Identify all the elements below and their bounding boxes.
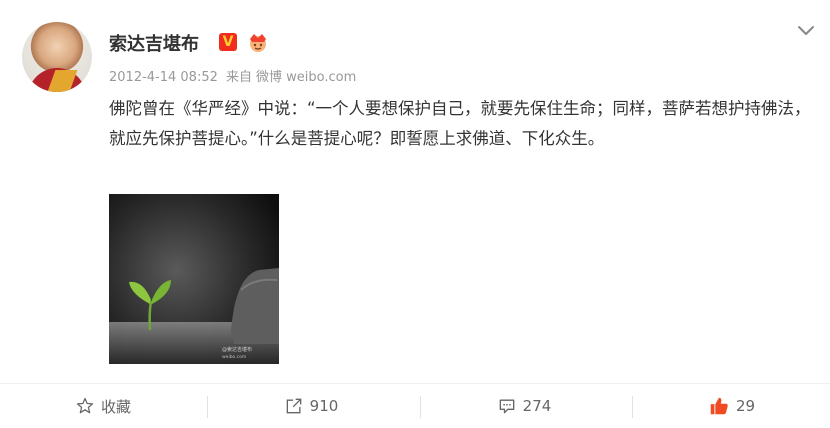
action-bar: 收藏 910 274 29: [0, 384, 830, 428]
comment-count: 274: [522, 397, 552, 415]
post-source[interactable]: 微博 weibo.com: [256, 70, 356, 85]
svg-text:@索达吉堪布: @索达吉堪布: [222, 346, 252, 353]
star-icon: [76, 397, 94, 414]
avatar[interactable]: [22, 22, 92, 92]
like-button[interactable]: 29: [633, 384, 830, 428]
favorite-label: 收藏: [100, 397, 131, 416]
chevron-down-icon[interactable]: [794, 18, 818, 42]
weibo-post-card: 索达吉堪布 V 2012-4-14 08:52 来自 微博 weibo.com 佛…: [0, 0, 830, 428]
post-timestamp[interactable]: 2012-4-14 08:52: [109, 70, 218, 85]
like-count: 29: [735, 397, 756, 415]
favorite-button[interactable]: 收藏: [0, 384, 206, 428]
repost-count: 910: [309, 397, 339, 415]
post-image[interactable]: @索达吉堪布 weibo.com: [109, 194, 279, 364]
repost-button[interactable]: 910: [208, 384, 414, 428]
sprout-photo: @索达吉堪布 weibo.com: [109, 194, 279, 364]
thumbs-up-icon: [710, 397, 728, 415]
repost-icon: [286, 398, 302, 414]
post-text: 佛陀曾在《华严经》中说：“一个人要想保护自己，就要先保住生命；同样，菩萨若想护持…: [109, 99, 811, 148]
post-meta: 2012-4-14 08:52 来自 微博 weibo.com: [109, 66, 360, 85]
verified-badge-icon[interactable]: V: [219, 33, 237, 51]
svg-text:weibo.com: weibo.com: [222, 354, 246, 360]
comment-button[interactable]: 274: [421, 384, 627, 428]
from-label: 来自: [226, 70, 253, 85]
member-crown-icon[interactable]: [246, 31, 270, 53]
username[interactable]: 索达吉堪布: [109, 30, 199, 56]
comment-icon: [499, 399, 515, 414]
